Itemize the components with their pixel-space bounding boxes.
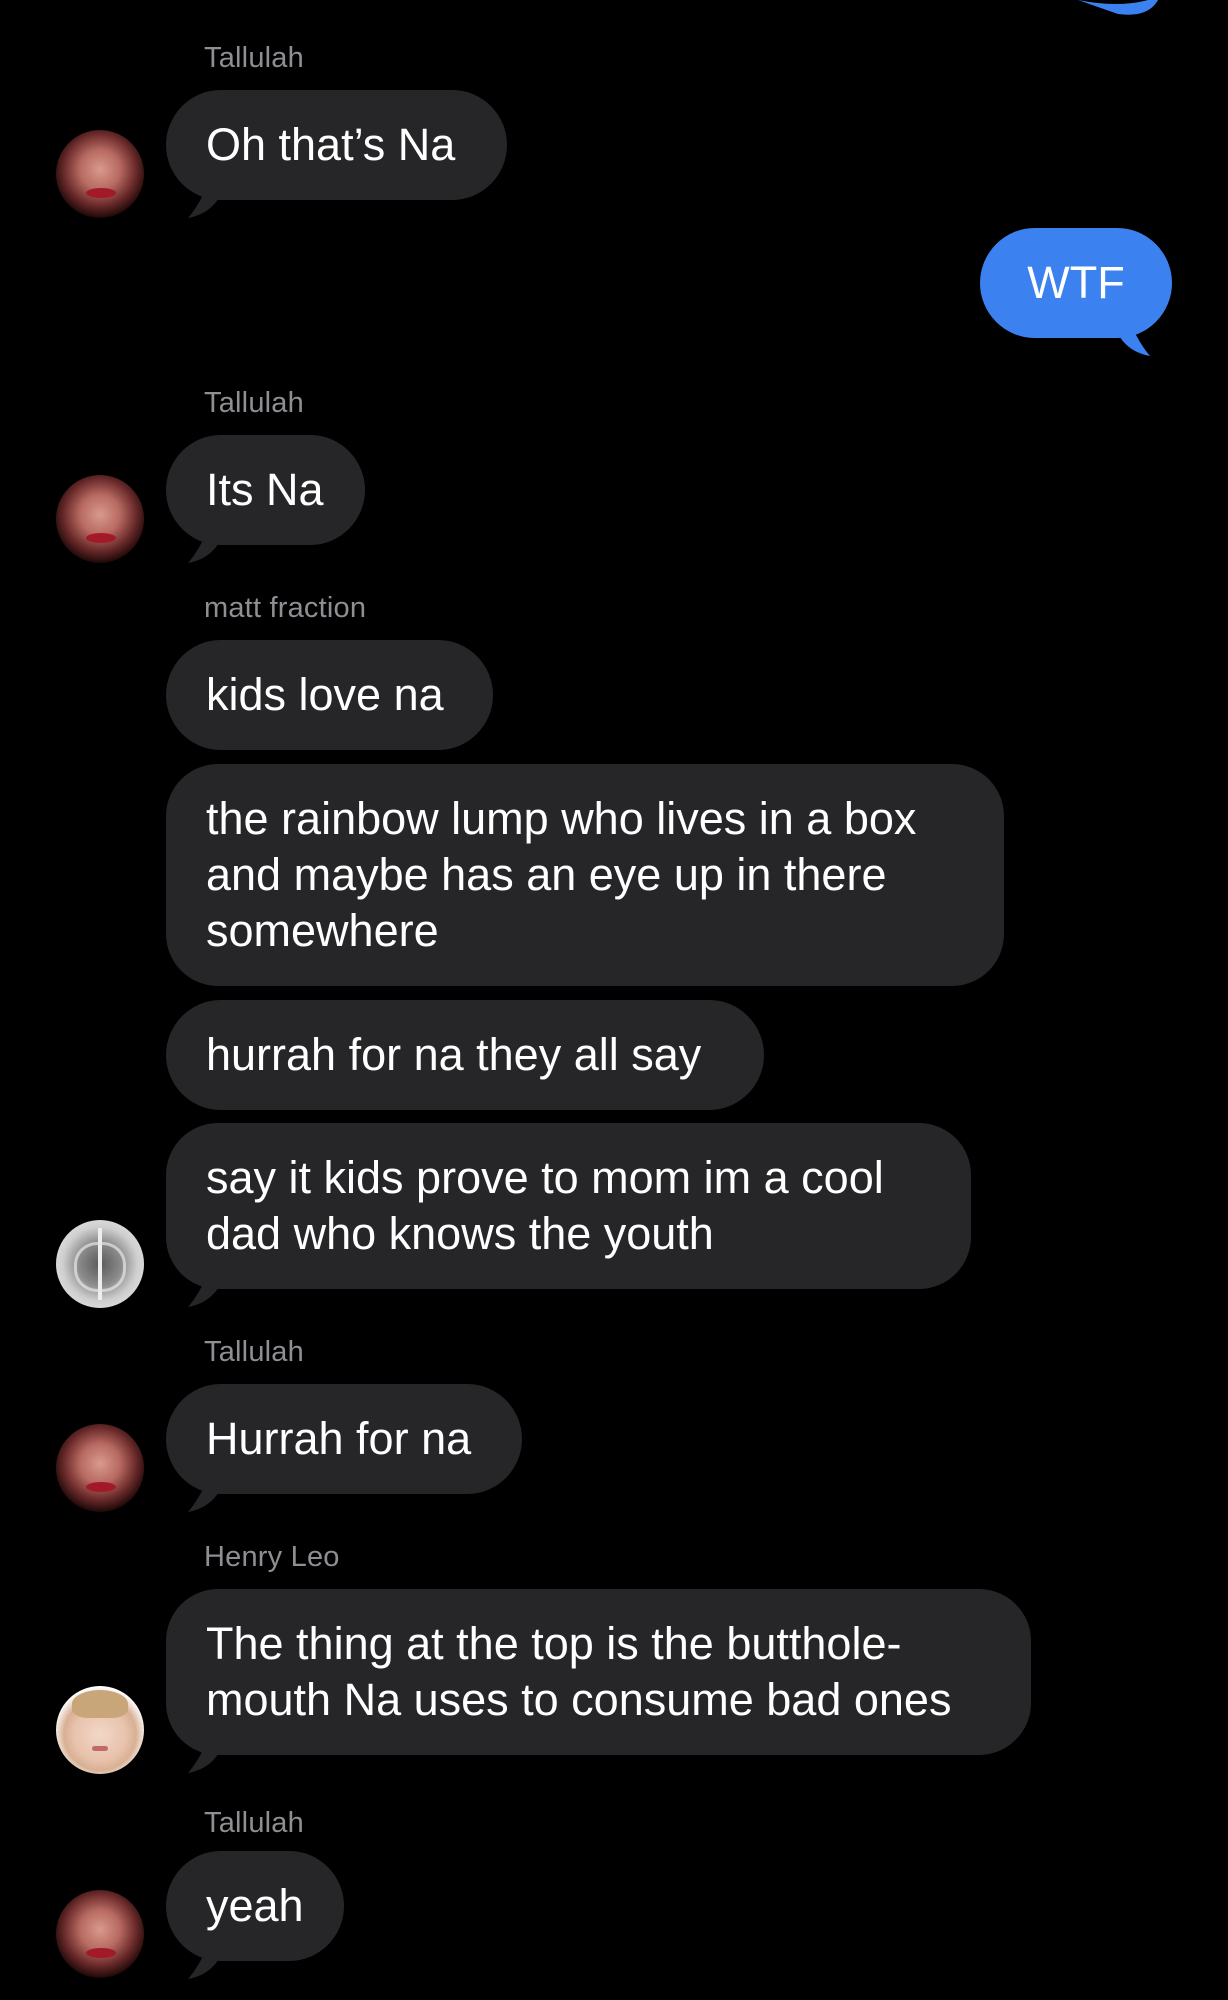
message-text: say it kids prove to mom im a cool dad w…: [206, 1152, 884, 1259]
message-text: The thing at the top is the butthole- mo…: [206, 1618, 952, 1725]
message-text: kids love na: [206, 669, 444, 720]
tallulah-avatar[interactable]: [56, 475, 144, 563]
bubble-tail: [1118, 318, 1150, 356]
message-thread: Tallulah Oh that’s Na WTF Tallulah Its N…: [0, 0, 1228, 2000]
bubble-tail: [188, 1474, 220, 1512]
incoming-message-bubble[interactable]: hurrah for na they all say: [166, 1000, 764, 1110]
bubble-tail: [188, 180, 220, 218]
message-text: hurrah for na they all say: [206, 1029, 702, 1080]
sender-name: Tallulah: [204, 1807, 304, 1839]
bubble-tail: [188, 1735, 220, 1773]
message-text: Hurrah for na: [206, 1413, 472, 1464]
sender-name: Henry Leo: [204, 1541, 340, 1573]
bubble-tail: [188, 1269, 220, 1307]
tallulah-avatar[interactable]: [56, 1424, 144, 1512]
henry-avatar[interactable]: [56, 1686, 144, 1774]
incoming-message-bubble[interactable]: kids love na: [166, 640, 493, 750]
incoming-message-bubble[interactable]: say it kids prove to mom im a cool dad w…: [166, 1123, 971, 1289]
outgoing-bubble-tail-fragment: [1078, 0, 1158, 15]
bubble-tail: [188, 1941, 220, 1979]
tallulah-avatar[interactable]: [56, 1890, 144, 1978]
sender-name: matt fraction: [204, 592, 367, 624]
bubble-tail: [188, 525, 220, 563]
sender-name: Tallulah: [204, 387, 304, 419]
incoming-message-bubble[interactable]: The thing at the top is the butthole- mo…: [166, 1589, 1031, 1755]
tallulah-avatar[interactable]: [56, 130, 144, 218]
sender-name: Tallulah: [204, 1336, 304, 1368]
message-text: yeah: [206, 1880, 304, 1931]
sender-name: Tallulah: [204, 42, 304, 74]
message-text: Its Na: [206, 464, 324, 515]
message-text: the rainbow lump who lives in a box and …: [206, 793, 917, 956]
xray-avatar[interactable]: [56, 1220, 144, 1308]
message-text: Oh that’s Na: [206, 119, 456, 170]
incoming-message-bubble[interactable]: the rainbow lump who lives in a box and …: [166, 764, 1004, 986]
message-text: WTF: [1027, 257, 1125, 308]
